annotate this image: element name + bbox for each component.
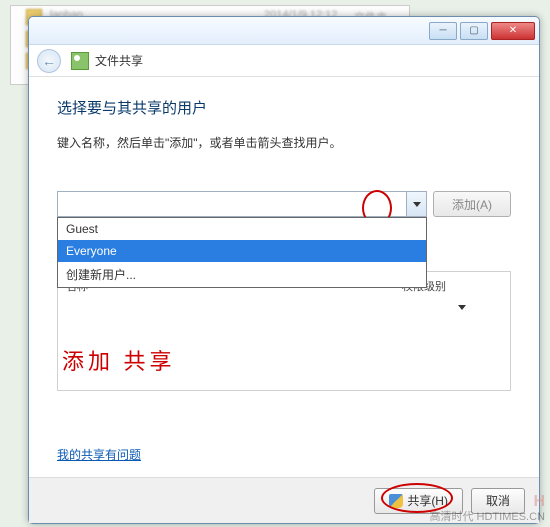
watermark-line2: HDTIMES.CN: [477, 511, 545, 523]
share-icon: [71, 52, 89, 70]
instruction-text: 键入名称，然后单击"添加"，或者单击箭头查找用户。: [57, 134, 511, 151]
annotation-text: 添加 共享: [62, 344, 506, 376]
back-button[interactable]: ←: [37, 49, 61, 73]
user-combobox[interactable]: [57, 191, 427, 217]
watermark-line1: 高清时代: [429, 511, 473, 523]
watermark: H 高清时代 HDTIMES.CN: [429, 492, 545, 524]
watermark-logo: H: [533, 493, 545, 510]
chevron-down-icon: [458, 305, 466, 310]
dropdown-item-newuser[interactable]: 创建新用户...: [58, 262, 426, 287]
permission-panel: 名称 权限级别 添加 共享: [57, 271, 511, 391]
user-select-row: 添加(A) Guest Everyone 创建新用户...: [57, 191, 511, 217]
chevron-down-icon: [413, 202, 421, 207]
permission-level-selector[interactable]: [62, 298, 506, 314]
titlebar: ─ ▢ ✕: [29, 17, 539, 45]
nav-bar: ← 文件共享: [29, 45, 539, 77]
add-button[interactable]: 添加(A): [433, 191, 511, 217]
shield-icon: [389, 494, 403, 508]
file-sharing-dialog: ─ ▢ ✕ ← 文件共享 选择要与其共享的用户 键入名称，然后单击"添加"，或者…: [28, 16, 540, 524]
user-dropdown-list: Guest Everyone 创建新用户...: [57, 217, 427, 288]
content-area: 选择要与其共享的用户 键入名称，然后单击"添加"，或者单击箭头查找用户。 添加(…: [29, 77, 539, 477]
dropdown-item-everyone[interactable]: Everyone: [58, 240, 426, 262]
minimize-button[interactable]: ─: [429, 22, 457, 40]
help-link[interactable]: 我的共享有问题: [57, 446, 141, 463]
user-input[interactable]: [58, 192, 406, 216]
nav-title: 文件共享: [95, 52, 143, 69]
dropdown-toggle[interactable]: [406, 192, 426, 216]
close-button[interactable]: ✕: [491, 22, 535, 40]
page-heading: 选择要与其共享的用户: [57, 97, 511, 118]
dropdown-item-guest[interactable]: Guest: [58, 218, 426, 240]
maximize-button[interactable]: ▢: [460, 22, 488, 40]
